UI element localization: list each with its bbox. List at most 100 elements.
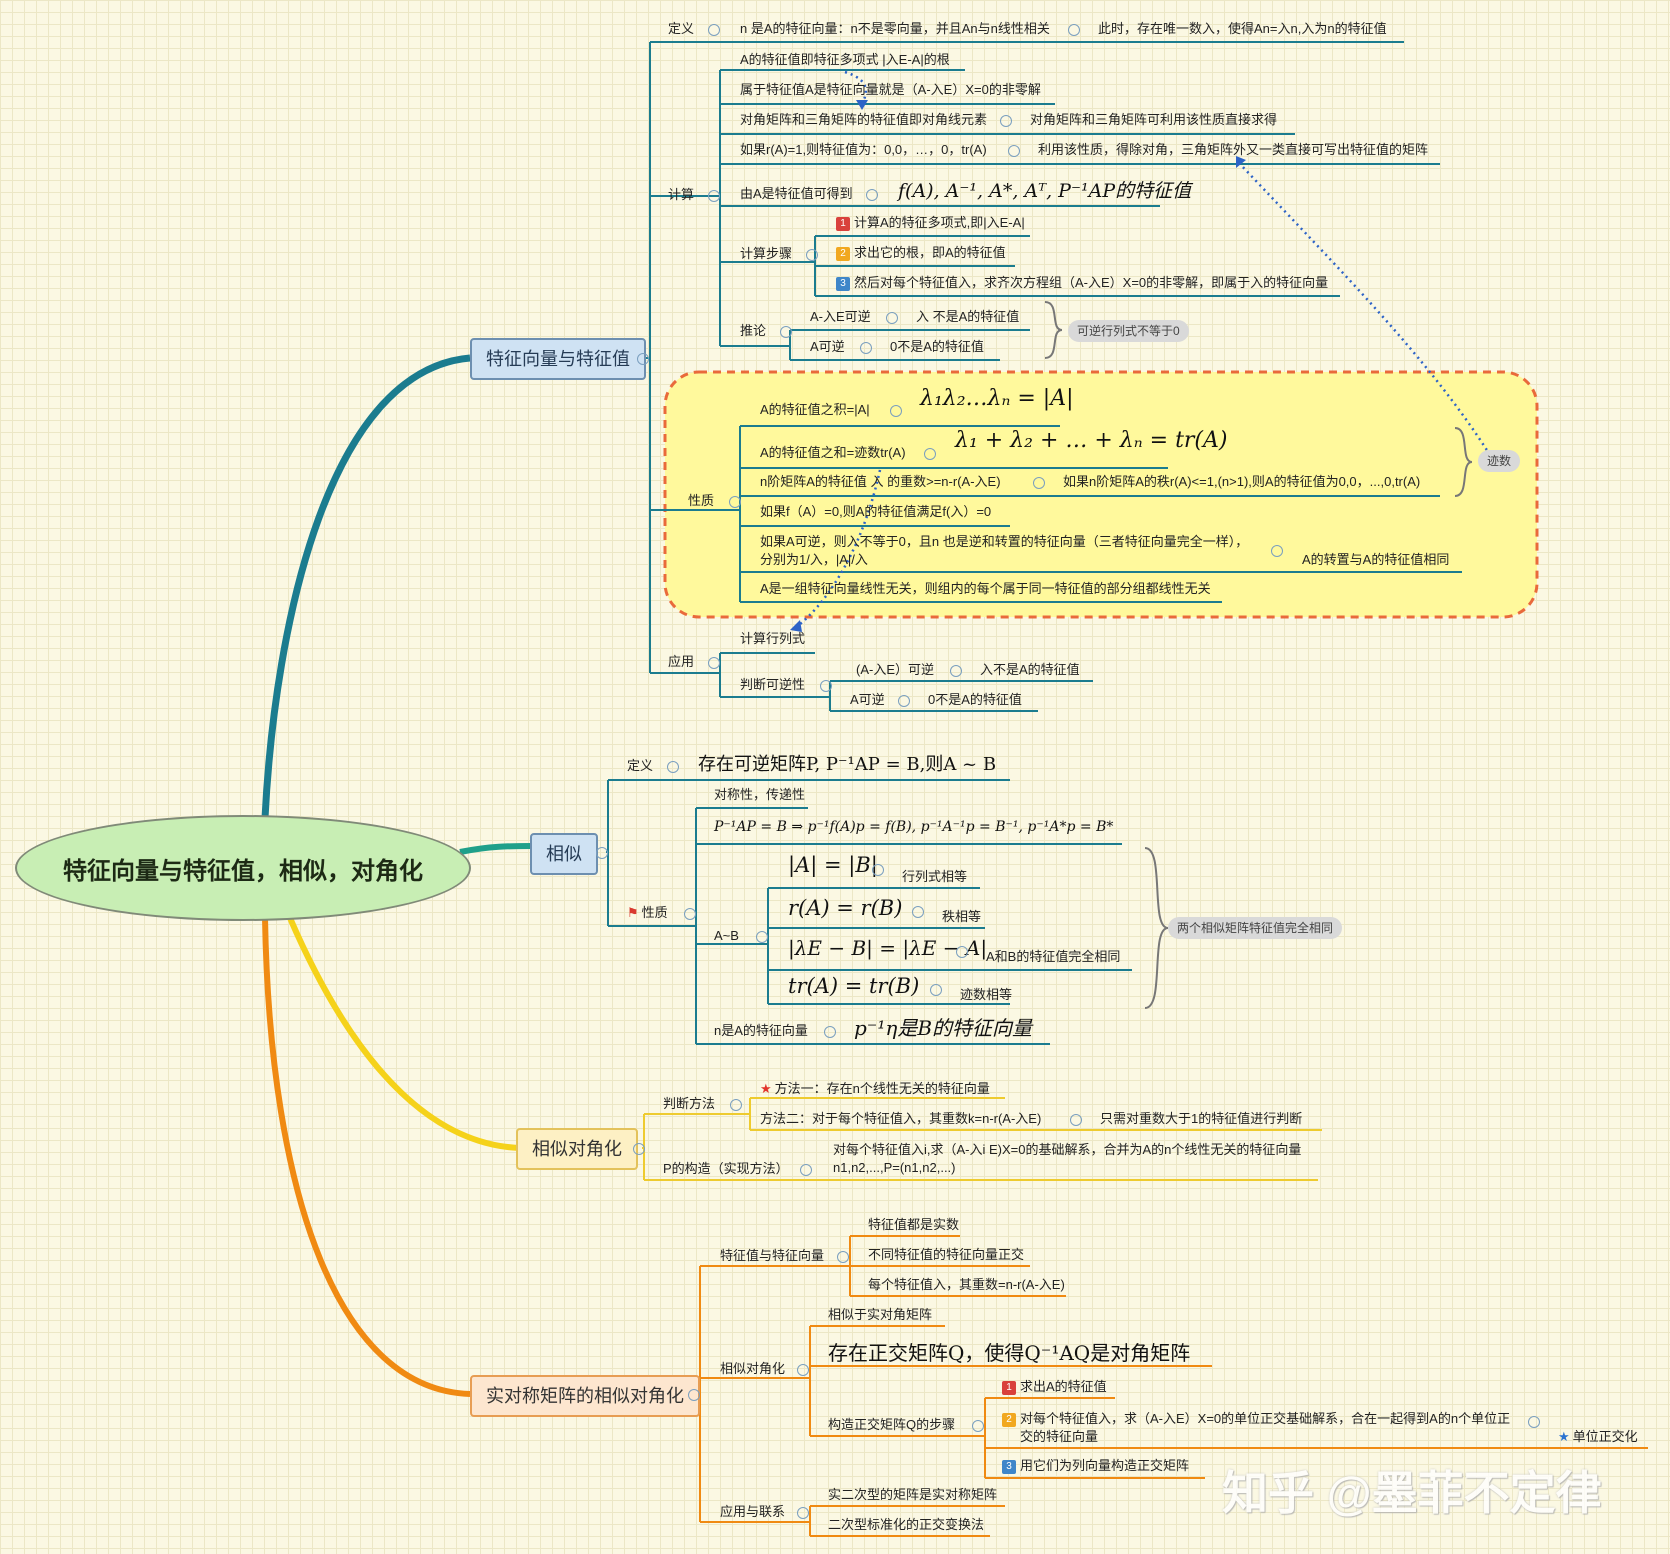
topic-similar[interactable]: 相似 bbox=[530, 833, 598, 875]
calc-item: 属于特征值A是特征向量就是（A-入E）X=0的非零解 bbox=[740, 82, 1041, 97]
ev-item: 不同特征值的特征向量正交 bbox=[868, 1247, 1025, 1262]
collapse-icon[interactable] bbox=[956, 946, 968, 958]
step-text: 求出它的根，即A的特征值 bbox=[854, 245, 1006, 260]
calc-item: 如果r(A)=1,则特征值为：0,0，…，0，tr(A) bbox=[740, 142, 987, 157]
application-item: 判断可逆性 bbox=[740, 677, 806, 692]
red-star-icon: ★ bbox=[760, 1081, 772, 1096]
collapse-icon[interactable] bbox=[1271, 545, 1283, 557]
note-pill-trace[interactable]: 迹数 bbox=[1478, 450, 1521, 472]
collapse-icon[interactable] bbox=[972, 1420, 984, 1432]
collapse-icon[interactable] bbox=[860, 342, 872, 354]
collapse-icon[interactable] bbox=[800, 1164, 812, 1176]
collapse-icon[interactable] bbox=[684, 908, 696, 920]
collapse-icon[interactable] bbox=[806, 249, 818, 261]
similar-property-formula: P⁻¹AP = B ⇒ p⁻¹f(A)p = f(B), p⁻¹A⁻¹p = B… bbox=[714, 819, 1114, 835]
inference-result: 入 不是A的特征值 bbox=[916, 309, 1020, 324]
collapse-icon[interactable] bbox=[820, 680, 832, 692]
calc-item: A的特征值即特征多项式 |入E-A|的根 bbox=[740, 52, 950, 67]
collapse-icon[interactable] bbox=[1000, 115, 1012, 127]
ab-formula: r(A) = r(B) bbox=[788, 896, 903, 920]
ab-formula: |A| = |B| bbox=[788, 853, 878, 877]
ab-formula: tr(A) = tr(B) bbox=[788, 974, 920, 998]
collapse-icon[interactable] bbox=[1008, 145, 1020, 157]
label-judge: 判断方法 bbox=[663, 1096, 716, 1111]
collapse-icon[interactable] bbox=[708, 190, 720, 202]
label-eig-evec: 特征值与特征向量 bbox=[720, 1248, 825, 1263]
step-number: 2 bbox=[1002, 1413, 1016, 1427]
property-formula: λ₁λ₂…λₙ = |A| bbox=[920, 386, 1074, 411]
inference-item: A-入E可逆 bbox=[810, 309, 871, 324]
label-eigvec: n是A的特征向量 bbox=[714, 1023, 808, 1038]
app-item: 实二次型的矩阵是实对称矩阵 bbox=[828, 1487, 998, 1502]
property-note: A的转置与A的特征值相同 bbox=[1302, 552, 1450, 567]
collapse-icon[interactable] bbox=[633, 1143, 645, 1155]
label-app-relation: 应用与联系 bbox=[720, 1504, 786, 1519]
note-pill[interactable]: 可逆行列式不等于0 bbox=[1068, 320, 1189, 342]
property-item: 如果f（A）=0,则A的特征值满足f(入）=0 bbox=[760, 504, 992, 519]
similar-definition-formula: 存在可逆矩阵P, P⁻¹AP = B,则A ~ B bbox=[698, 754, 997, 775]
collapse-icon[interactable] bbox=[950, 665, 962, 677]
collapse-icon[interactable] bbox=[797, 1364, 809, 1376]
collapse-icon[interactable] bbox=[596, 847, 608, 859]
collapse-icon[interactable] bbox=[930, 984, 942, 996]
method-item: ★ 方法一：存在n个线性无关的特征向量 bbox=[760, 1081, 990, 1096]
method-note: 只需对重数大于1的特征值进行判断 bbox=[1100, 1111, 1303, 1126]
step-number: 1 bbox=[836, 217, 850, 231]
collapse-icon[interactable] bbox=[667, 761, 679, 773]
collapse-icon[interactable] bbox=[1068, 24, 1080, 36]
sd-item: 相似于实对角矩阵 bbox=[828, 1307, 933, 1322]
calc-note: 利用该性质，得除对角，三角矩阵外又一类直接可写出特征值的矩阵 bbox=[1038, 142, 1429, 157]
q-step: 2 对每个特征值入，求（A-入E）X=0的单位正交基础解系，合在一起得到A的n个单… bbox=[1002, 1410, 1510, 1428]
collapse-icon[interactable] bbox=[912, 906, 924, 918]
collapse-icon[interactable] bbox=[797, 1507, 809, 1519]
collapse-icon[interactable] bbox=[1528, 1416, 1540, 1428]
property-item: A的特征值之和=迹数tr(A) bbox=[760, 445, 906, 460]
collapse-icon[interactable] bbox=[824, 1026, 836, 1038]
root-topic[interactable]: 特征向量与特征值，相似，对角化 bbox=[15, 815, 471, 921]
topic-eigen[interactable]: 特征向量与特征值 bbox=[470, 338, 646, 380]
label-properties: ⚑ 性质 bbox=[627, 905, 668, 920]
calc-formula: f(A), A⁻¹, A*, Aᵀ, P⁻¹AP的特征值 bbox=[898, 180, 1192, 202]
note-pill[interactable]: 两个相似矩阵特征值完全相同 bbox=[1168, 917, 1343, 939]
collapse-icon[interactable] bbox=[637, 353, 649, 365]
collapse-icon[interactable] bbox=[886, 312, 898, 324]
collapse-icon[interactable] bbox=[924, 448, 936, 460]
collapse-icon[interactable] bbox=[898, 695, 910, 707]
step-text: 用它们为列向量构造正交矩阵 bbox=[1020, 1458, 1190, 1473]
calc-item: 由A是特征值可得到 bbox=[740, 186, 853, 201]
ev-item: 特征值都是实数 bbox=[868, 1217, 960, 1232]
collapse-icon[interactable] bbox=[872, 864, 884, 876]
collapse-icon[interactable] bbox=[890, 405, 902, 417]
property-item: A的特征值之积=|A| bbox=[760, 402, 870, 417]
application-result: 入不是A的特征值 bbox=[980, 662, 1080, 677]
collapse-icon[interactable] bbox=[708, 24, 720, 36]
inference-result: 0不是A的特征值 bbox=[890, 339, 984, 354]
collapse-icon[interactable] bbox=[837, 1251, 849, 1263]
application-sub: A可逆 bbox=[850, 692, 885, 707]
calc-note: 对角矩阵和三角矩阵可利用该性质直接求得 bbox=[1030, 112, 1278, 127]
step-text: 然后对每个特征值入，求齐次方程组（A-入E）X=0的非零解，即属于入的特征向量 bbox=[854, 275, 1329, 290]
label-steps: 计算步骤 bbox=[740, 246, 793, 261]
collapse-icon[interactable] bbox=[1070, 1114, 1082, 1126]
collapse-icon[interactable] bbox=[1033, 477, 1045, 489]
label-p-construct: P的构造（实现方法） bbox=[663, 1161, 789, 1176]
collapse-icon[interactable] bbox=[708, 657, 720, 669]
collapse-icon[interactable] bbox=[780, 326, 792, 338]
similar-property: 对称性，传递性 bbox=[714, 787, 806, 802]
p-construct-text: n1,n2,...,P=(n1,n2,...) bbox=[833, 1160, 956, 1175]
step-number: 3 bbox=[836, 277, 850, 291]
topic-real-symmetric[interactable]: 实对称矩阵的相似对角化 bbox=[470, 1375, 700, 1417]
collapse-icon[interactable] bbox=[688, 1389, 700, 1401]
step-text: 对每个特征值入，求（A-入E）X=0的单位正交基础解系，合在一起得到A的n个单位… bbox=[1020, 1411, 1511, 1426]
ev-item: 每个特征值入，其重数=n-r(A-入E) bbox=[868, 1277, 1065, 1292]
collapse-icon[interactable] bbox=[866, 189, 878, 201]
collapse-icon[interactable] bbox=[729, 496, 741, 508]
collapse-icon[interactable] bbox=[756, 931, 768, 943]
topic-diagonalization[interactable]: 相似对角化 bbox=[516, 1128, 638, 1170]
application-item: 计算行列式 bbox=[740, 631, 806, 646]
label-definition: 定义 bbox=[668, 21, 695, 36]
inference-item: A可逆 bbox=[810, 339, 845, 354]
collapse-icon[interactable] bbox=[730, 1099, 742, 1111]
step-item: 2 求出它的根，即A的特征值 bbox=[836, 244, 1006, 262]
step-text: 求出A的特征值 bbox=[1020, 1379, 1107, 1394]
